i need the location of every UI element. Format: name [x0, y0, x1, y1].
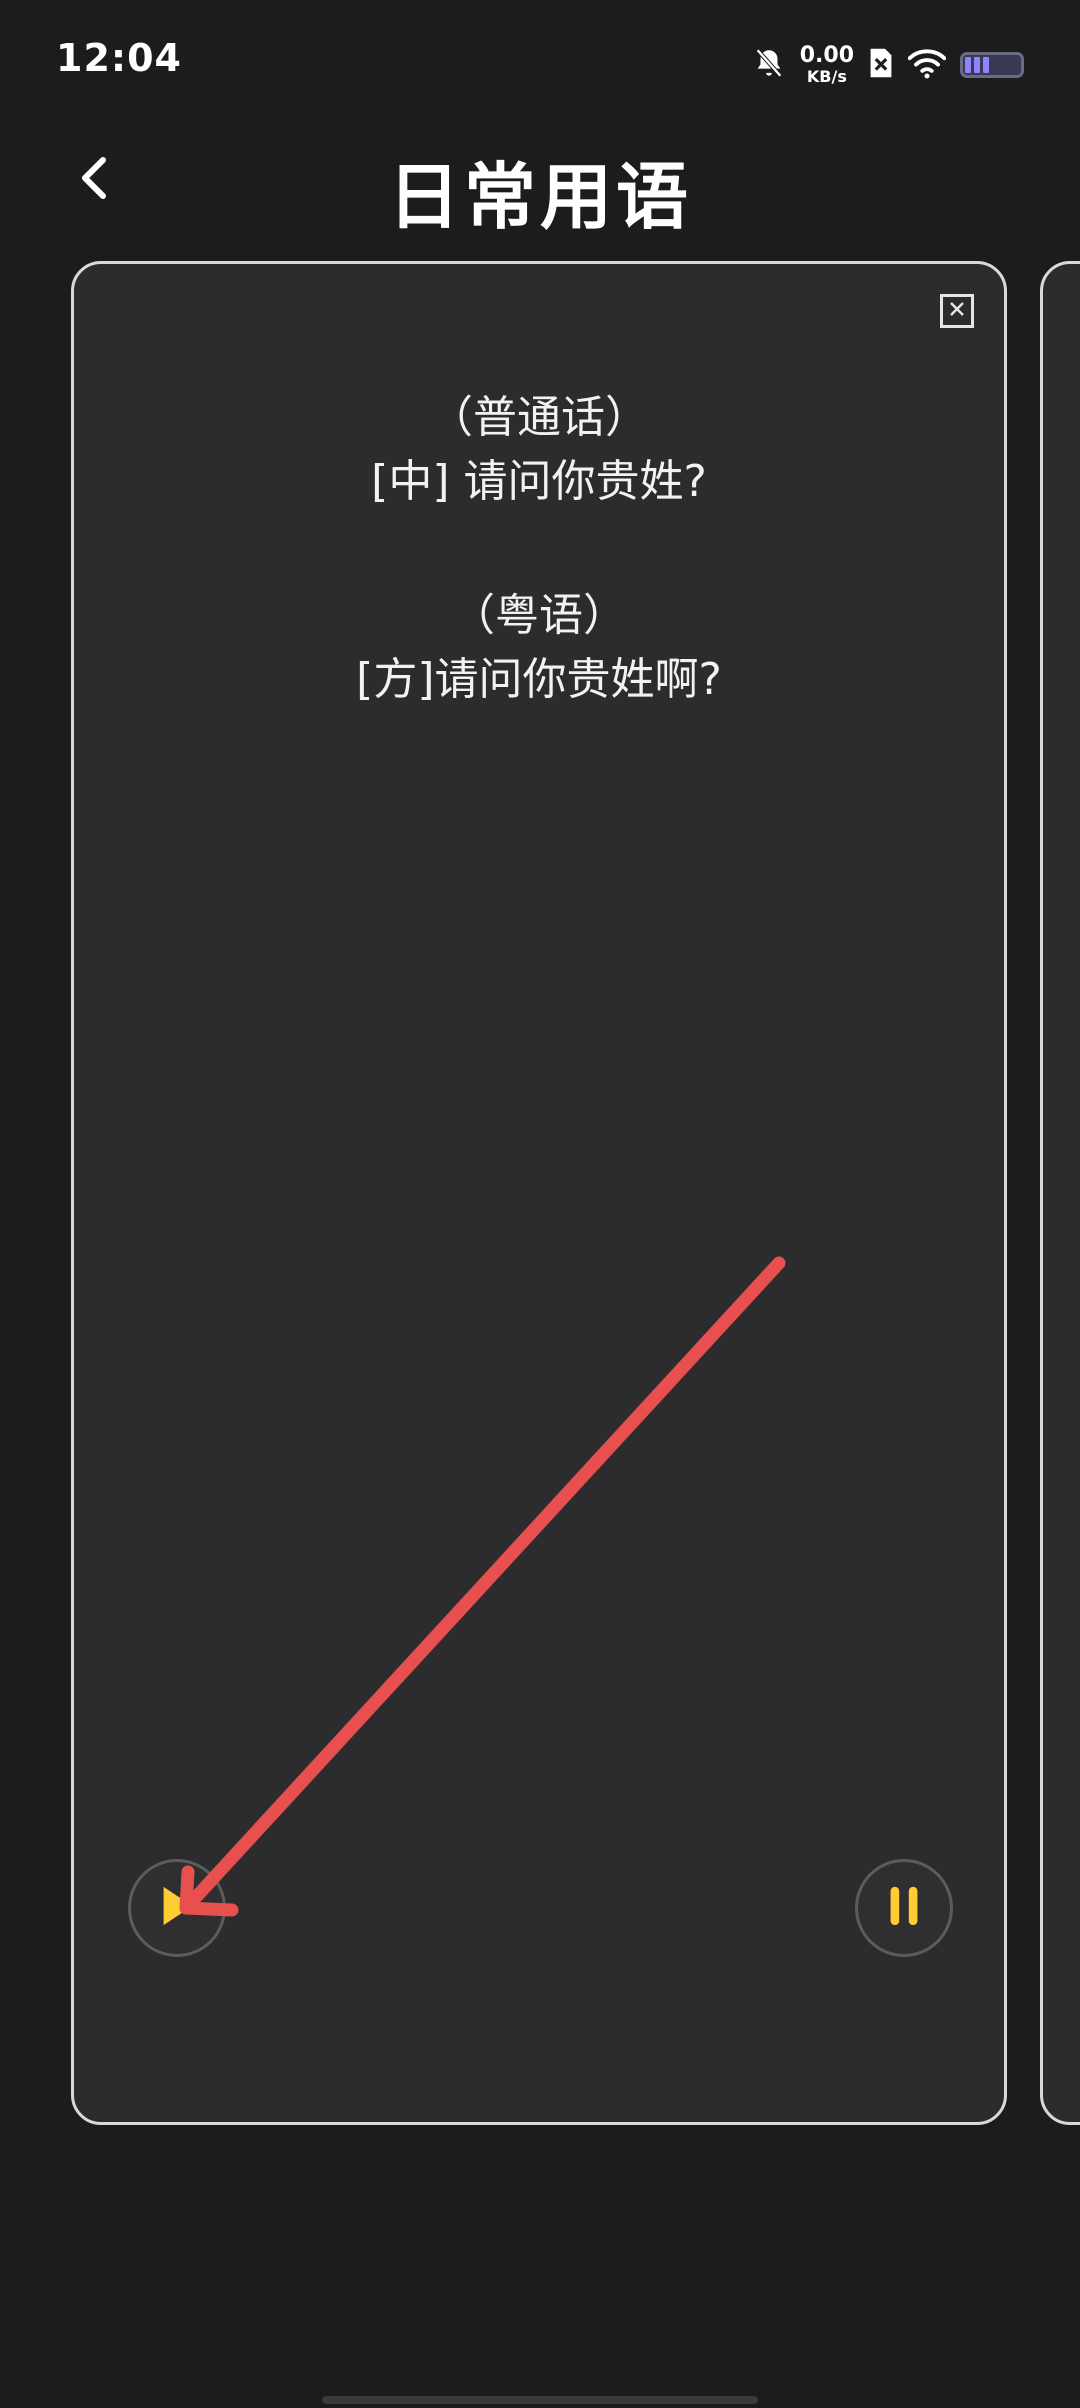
page-title: 日常用语	[387, 155, 692, 239]
phrase-cantonese: （粤语） [方]请问你贵姓啊?	[74, 584, 1004, 712]
wifi-icon	[907, 47, 947, 83]
close-icon	[948, 300, 966, 322]
status-bar: 12:04 0.00 KB/s	[0, 0, 1080, 120]
sim-card-x-icon	[868, 46, 894, 84]
play-button[interactable]	[128, 1859, 226, 1957]
phrase-mandarin: （普通话） [中] 请问你贵姓?	[74, 386, 1004, 514]
play-icon	[157, 1883, 197, 1933]
network-speed-value: 0.00	[799, 43, 854, 68]
phrase-language-label: （普通话）	[429, 392, 649, 443]
screen: 12:04 0.00 KB/s 日常用语 （普通话） [中] 请问你贵姓? （粤…	[0, 0, 1080, 2408]
pause-button[interactable]	[855, 1859, 953, 1957]
phrase-text: [中] 请问你贵姓?	[371, 456, 707, 507]
status-icons: 0.00 KB/s	[752, 40, 1024, 90]
phrase-text: [方]请问你贵姓啊?	[356, 654, 722, 705]
header: 日常用语	[0, 120, 1080, 250]
network-speed-unit: KB/s	[806, 67, 847, 86]
bell-muted-icon	[752, 46, 786, 84]
network-speed: 0.00 KB/s	[800, 45, 854, 85]
battery-icon	[960, 52, 1024, 78]
close-button[interactable]	[940, 294, 974, 328]
pause-icon	[886, 1883, 922, 1933]
next-phrase-card[interactable]	[1040, 261, 1080, 2125]
phrase-language-label: （粤语）	[451, 590, 627, 641]
phrase-card: （普通话） [中] 请问你贵姓? （粤语） [方]请问你贵姓啊?	[71, 261, 1007, 2125]
home-indicator[interactable]	[322, 2396, 758, 2404]
status-time: 12:04	[56, 36, 182, 80]
